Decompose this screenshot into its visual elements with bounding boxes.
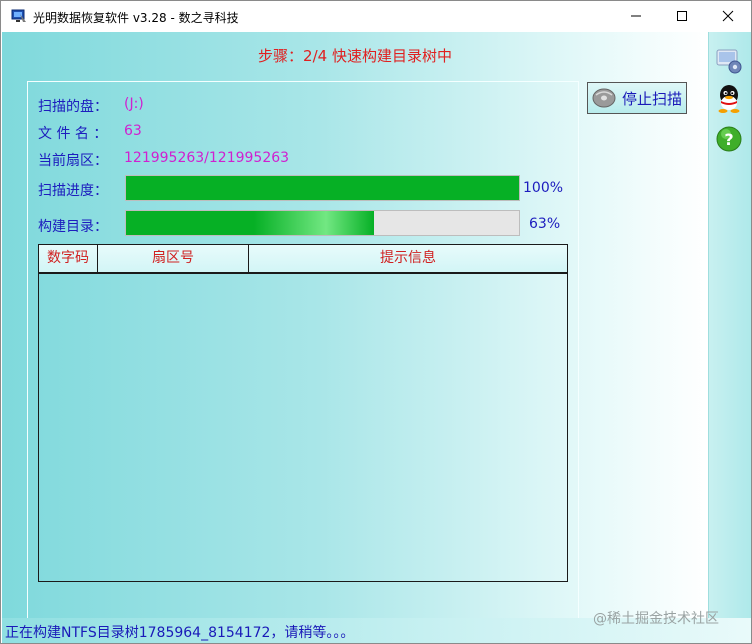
build-progress-bar xyxy=(125,210,520,236)
qq-icon[interactable] xyxy=(713,84,745,114)
maximize-icon xyxy=(676,7,688,26)
status-message: 正在构建NTFS目录树1785964_8154172，请稍等。。。 xyxy=(5,625,355,641)
minimize-button[interactable] xyxy=(613,1,659,32)
sector-label: 当前扇区： xyxy=(38,153,108,169)
main-panel: 步骤：2/4 快速构建目录树中 扫描的盘： (J:) 文 件 名 ： 63 当前… xyxy=(2,32,708,643)
maximize-button[interactable] xyxy=(659,1,705,32)
filename-value: 63 xyxy=(124,123,142,139)
stop-scan-button[interactable]: 停止扫描 xyxy=(587,82,687,114)
filename-label: 文 件 名 ： xyxy=(38,126,108,142)
stop-scan-label: 停止扫描 xyxy=(622,89,683,108)
step-title: 步骤：2/4 快速构建目录树中 xyxy=(258,47,452,65)
window-title: 光明数据恢复软件 v3.28 - 数之寻科技 xyxy=(33,11,239,25)
build-progress-percent: 63% xyxy=(529,216,561,232)
column-header-sector[interactable]: 扇区号 xyxy=(98,245,249,272)
scan-progress-bar xyxy=(125,175,520,201)
disc-icon xyxy=(591,87,617,109)
svg-text:?: ? xyxy=(724,130,733,149)
column-header-code[interactable]: 数字码 xyxy=(39,245,98,272)
scan-progress-percent: 100% xyxy=(523,180,564,196)
column-header-message[interactable]: 提示信息 xyxy=(249,245,567,272)
help-icon[interactable]: ? xyxy=(713,124,745,154)
minimize-icon xyxy=(630,7,642,26)
disk-value: (J:) xyxy=(124,96,144,112)
disk-label: 扫描的盘： xyxy=(38,99,108,115)
watermark-text: @稀土掘金技术社区 xyxy=(593,611,719,627)
settings-icon[interactable] xyxy=(713,46,745,76)
scan-info-panel: 扫描的盘： (J:) 文 件 名 ： 63 当前扇区： 121995263/12… xyxy=(27,81,579,623)
close-button[interactable] xyxy=(705,1,751,32)
sector-value: 121995263/121995263 xyxy=(124,150,290,166)
close-icon xyxy=(722,7,734,26)
scan-progress-label: 扫描进度： xyxy=(38,183,108,199)
title-bar[interactable]: 光明数据恢复软件 v3.28 - 数之寻科技 xyxy=(1,1,751,32)
app-logo-icon xyxy=(11,8,27,24)
build-progress-label: 构建目录： xyxy=(38,219,108,235)
result-list[interactable]: 数字码 扇区号 提示信息 xyxy=(38,244,568,582)
result-list-header: 数字码 扇区号 提示信息 xyxy=(39,245,567,274)
side-toolbar xyxy=(708,32,751,618)
build-progress-glow xyxy=(253,211,374,235)
app-window: 光明数据恢复软件 v3.28 - 数之寻科技 步骤：2/4 快速构建目录树中 扫… xyxy=(0,0,752,644)
scan-progress-fill xyxy=(126,176,519,200)
